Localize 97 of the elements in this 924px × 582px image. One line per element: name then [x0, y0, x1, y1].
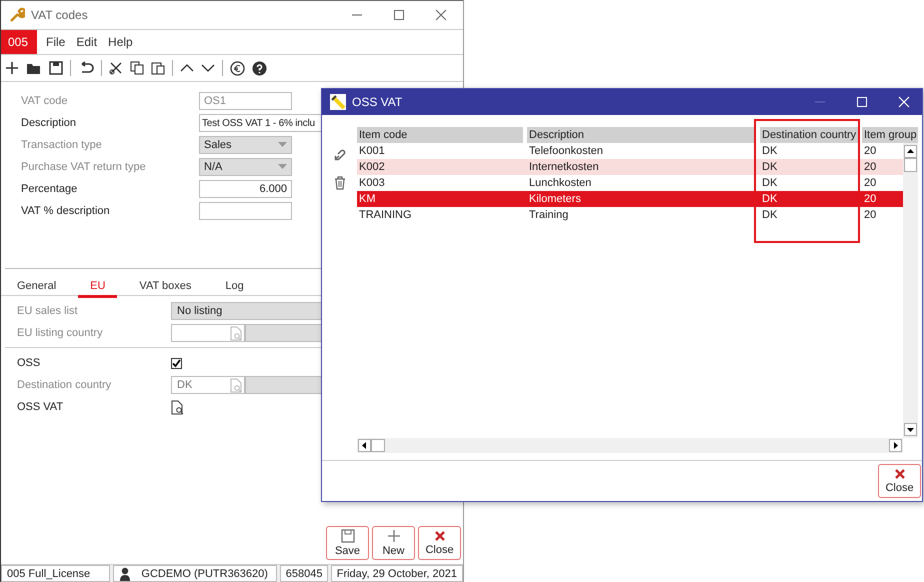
action-button[interactable]: Save	[326, 526, 369, 560]
table-cell-text: DK	[761, 192, 778, 207]
paste-icon[interactable]	[151, 61, 165, 75]
field-label: OSS VAT	[17, 401, 64, 413]
lookup-icon	[230, 326, 242, 340]
table-row[interactable]: K002 Internetkosten DK 20	[357, 159, 903, 175]
close-icon	[894, 468, 906, 480]
scrollbar[interactable]	[357, 438, 903, 453]
field-label: VAT % description	[21, 205, 111, 217]
table-row[interactable]: KM Kilometers DK 20	[357, 191, 903, 207]
column-header[interactable]: Destination country	[760, 127, 858, 143]
table-cell-text: Training	[528, 208, 570, 223]
field-label: VAT code	[21, 95, 68, 107]
help-icon[interactable]	[252, 60, 267, 76]
person-icon	[119, 566, 132, 580]
action-button[interactable]: Close	[418, 526, 461, 560]
scroll-down-icon[interactable]	[904, 423, 917, 436]
tab[interactable]: General	[5, 279, 68, 298]
table-cell-text: DK	[761, 176, 778, 191]
table-cell-text: Lunchkosten	[528, 176, 592, 191]
scroll-up-icon[interactable]	[904, 145, 917, 158]
field-label: EU sales list	[17, 305, 79, 317]
caret-icon	[278, 164, 287, 170]
table-cell-text: 20	[863, 144, 878, 159]
table-cell-text: 20	[863, 176, 878, 191]
tab[interactable]: VAT boxes	[127, 279, 204, 298]
caret-icon	[278, 142, 287, 148]
table-cell-text: K001	[358, 144, 386, 159]
maximize-icon[interactable]	[393, 9, 405, 21]
table-row[interactable]: K003 Lunchkosten DK 20	[357, 175, 903, 191]
table-cell-text: DK	[761, 144, 778, 159]
scroll-left-icon[interactable]	[358, 439, 371, 452]
dropdown[interactable]: Sales	[199, 136, 292, 154]
scissors-icon[interactable]	[109, 61, 123, 75]
menu-item[interactable]: Help	[108, 35, 135, 49]
input-field[interactable]: OS1	[199, 92, 292, 110]
checkbox[interactable]	[171, 358, 182, 368]
field-label: OSS	[17, 357, 42, 369]
trash-icon[interactable]	[334, 176, 346, 190]
close-icon[interactable]	[435, 9, 447, 21]
action-button[interactable]: New	[372, 526, 415, 560]
window-title: OSS VAT	[352, 95, 402, 109]
close-button[interactable]: Close	[878, 464, 921, 498]
table-row[interactable]: K001 Telefoonkosten DK 20	[357, 143, 903, 159]
link-icon[interactable]	[332, 148, 346, 162]
scroll-right-icon[interactable]	[889, 439, 902, 452]
lookup-field[interactable]	[171, 324, 245, 342]
scroll-thumb[interactable]	[371, 439, 385, 452]
scrollbar[interactable]	[903, 143, 918, 438]
scroll-thumb[interactable]	[904, 158, 917, 172]
add-icon[interactable]	[5, 61, 19, 75]
table-cell-text: Kilometers	[528, 192, 582, 207]
table-cell-text: 20	[863, 208, 878, 223]
window-title: VAT codes	[31, 8, 88, 22]
table-cell-text: 20	[863, 192, 878, 207]
input-field[interactable]	[199, 202, 292, 220]
menu-item[interactable]: File	[46, 35, 68, 49]
column-header[interactable]: Description	[527, 127, 756, 143]
status-cell: 658045	[280, 565, 328, 582]
plus-icon	[386, 529, 400, 543]
table-cell-text: KM	[358, 192, 376, 207]
copy-icon[interactable]	[130, 61, 144, 75]
field-label: EU listing country	[17, 327, 104, 339]
table-cell-text: K003	[358, 176, 386, 191]
table-cell-text: TRAINING	[358, 208, 413, 223]
field-label: Description	[21, 117, 78, 129]
euro-icon[interactable]	[230, 60, 245, 76]
input-field[interactable]: 6.000	[199, 180, 292, 198]
table-cell-text: Internetkosten	[528, 160, 600, 175]
table-cell-text: DK	[761, 208, 778, 223]
input-field[interactable]: Test OSS VAT 1 - 6% inclu	[199, 114, 322, 132]
folder-icon[interactable]	[26, 61, 42, 75]
status-cell: Friday, 29 October, 2021	[330, 565, 463, 582]
dropdown[interactable]: N/A	[199, 158, 292, 176]
status-cell: GCDEMO (PUTR363620)	[113, 565, 277, 582]
field-label: Destination country	[17, 379, 112, 391]
save-icon	[340, 529, 354, 543]
field-label: Transaction type	[21, 139, 103, 151]
column-header[interactable]: Item code	[357, 127, 523, 143]
lookup-field[interactable]: DK	[171, 376, 245, 394]
tab[interactable]: Log	[213, 279, 256, 298]
table-cell-text: 20	[863, 160, 878, 175]
table-row[interactable]: TRAINING Training DK 20	[357, 207, 903, 223]
company-badge[interactable]: 005	[1, 30, 37, 54]
field-label: Purchase VAT return type	[21, 161, 147, 173]
lookup-icon	[230, 378, 242, 392]
column-header[interactable]: Item group	[862, 127, 918, 143]
save-icon[interactable]	[49, 61, 63, 75]
table-cell-text: K002	[358, 160, 386, 175]
status-cell: 005 Full_License	[1, 565, 110, 582]
lookup-icon[interactable]	[171, 400, 185, 414]
menu-item[interactable]: Edit	[76, 35, 100, 49]
table-cell-text: DK	[761, 160, 778, 175]
tab[interactable]: EU	[78, 279, 118, 298]
table-cell-text: Telefoonkosten	[528, 144, 604, 159]
close-icon	[434, 530, 446, 542]
field-label: Percentage	[21, 183, 78, 195]
